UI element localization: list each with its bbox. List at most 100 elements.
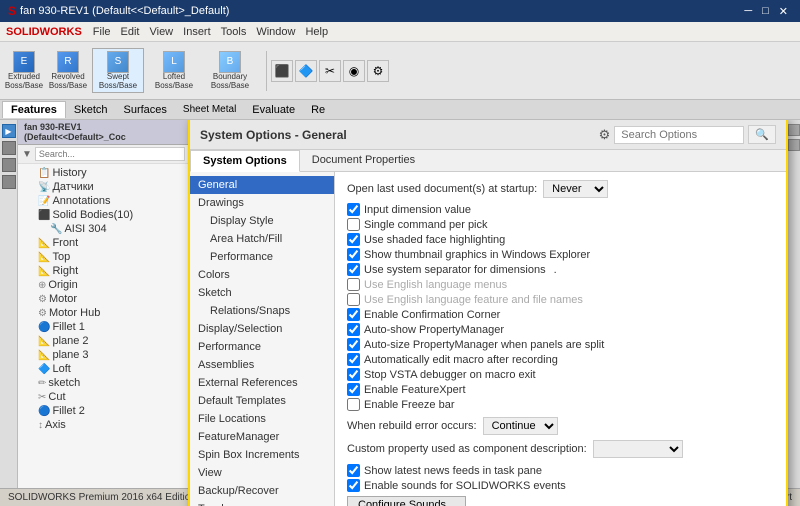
toolbar-btn-2[interactable]: 🔷 <box>295 60 317 82</box>
menu-tools[interactable]: Tools <box>216 24 252 40</box>
nav-item-performance[interactable]: Performance <box>190 338 334 356</box>
chk-featurexpert-input[interactable] <box>347 383 360 396</box>
tree-item-motor[interactable]: ⚙ Motor <box>18 292 189 306</box>
nav-item-spin-box[interactable]: Spin Box Increments <box>190 446 334 464</box>
chk-property-manager-input[interactable] <box>347 323 360 336</box>
toolbar-btn-1[interactable]: ⬛ <box>271 60 293 82</box>
nav-item-file-locations[interactable]: File Locations <box>190 410 334 428</box>
menu-insert[interactable]: Insert <box>178 24 216 40</box>
nav-item-sketch[interactable]: Sketch <box>190 284 334 302</box>
chk-auto-edit-macro-input[interactable] <box>347 353 360 366</box>
lofted-boss-btn[interactable]: L Lofted Boss/Base <box>148 48 200 94</box>
search-button[interactable]: 🔍 <box>748 125 776 144</box>
nav-item-touch[interactable]: Touch <box>190 500 334 506</box>
tree-item-sketch[interactable]: ✏ sketch <box>18 376 189 390</box>
chk-english-menus: Use English language menus <box>347 278 774 291</box>
revolved-boss-btn[interactable]: R Revolved Boss/Base <box>48 48 88 94</box>
tree-item-sensors[interactable]: 📡 Датчики <box>18 180 189 194</box>
tab-sheet-metal[interactable]: Sheet Metal <box>175 102 244 117</box>
tree-item-fillet1[interactable]: 🔵 Fillet 1 <box>18 320 189 334</box>
tree-item-loft[interactable]: 🔷 Loft <box>18 362 189 376</box>
nav-item-backup-recover[interactable]: Backup/Recover <box>190 482 334 500</box>
toolbar-btn-4[interactable]: ◉ <box>343 60 365 82</box>
rebuild-select[interactable]: Continue Stop Prompt <box>483 417 558 435</box>
minimize-icon[interactable]: ─ <box>740 5 756 18</box>
close-icon[interactable]: ✕ <box>775 5 792 18</box>
nav-item-area-hatch[interactable]: Area Hatch/Fill <box>190 230 334 248</box>
tree-item-annotations[interactable]: 📝 Annotations <box>18 194 189 208</box>
nav-item-relations-snaps[interactable]: Relations/Snaps <box>190 302 334 320</box>
menu-help[interactable]: Help <box>300 24 333 40</box>
tree-item-plane3[interactable]: 📐 plane 3 <box>18 348 189 362</box>
tree-item-aisi[interactable]: 🔧 AISI 304 <box>18 222 189 236</box>
sidebar-icon-2[interactable] <box>2 141 16 155</box>
tree-item-axis[interactable]: ↕ Axis <box>18 418 189 432</box>
nav-item-colors[interactable]: Colors <box>190 266 334 284</box>
tree-item-cut[interactable]: ✂ Cut <box>18 390 189 404</box>
tab-sketch[interactable]: Sketch <box>66 102 116 118</box>
chk-single-command-input[interactable] <box>347 218 360 231</box>
chk-news-feeds-input[interactable] <box>347 464 360 477</box>
nav-item-assemblies[interactable]: Assemblies <box>190 356 334 374</box>
tree-item-plane2[interactable]: 📐 plane 2 <box>18 334 189 348</box>
options-search-input[interactable] <box>614 126 744 144</box>
chk-english-menus-input[interactable] <box>347 278 360 291</box>
nav-item-drawings[interactable]: Drawings <box>190 194 334 212</box>
menu-edit[interactable]: Edit <box>116 24 145 40</box>
chk-stop-vsta-input[interactable] <box>347 368 360 381</box>
boundary-boss-btn[interactable]: B Boundary Boss/Base <box>204 48 256 94</box>
sidebar-icon-3[interactable] <box>2 158 16 172</box>
chk-freeze-bar-input[interactable] <box>347 398 360 411</box>
startup-select[interactable]: Never Always Ask <box>543 180 608 198</box>
nav-item-featuremanager[interactable]: FeatureManager <box>190 428 334 446</box>
menu-view[interactable]: View <box>144 24 178 40</box>
maximize-icon[interactable]: □ <box>758 5 773 18</box>
chk-single-command: Single command per pick <box>347 218 774 231</box>
nav-item-external-references[interactable]: External References <box>190 374 334 392</box>
gear-icon: ⚙ <box>599 127 611 143</box>
custom-prop-select[interactable] <box>593 440 683 458</box>
configure-sounds-btn[interactable]: Configure Sounds... <box>347 496 466 506</box>
chk-shaded-face-input[interactable] <box>347 233 360 246</box>
sidebar-icon-4[interactable] <box>2 175 16 189</box>
tab-evaluate[interactable]: Evaluate <box>244 102 303 118</box>
nav-item-view[interactable]: View <box>190 464 334 482</box>
nav-item-display-style[interactable]: Display Style <box>190 212 334 230</box>
extruded-boss-btn[interactable]: E Extruded Boss/Base <box>4 48 44 94</box>
tree-item-origin[interactable]: ⊕ Origin <box>18 278 189 292</box>
app-title: fan 930-REV1 (Default<<Default>_Default) <box>20 5 229 17</box>
chk-sounds-input[interactable] <box>347 479 360 492</box>
chk-input-dimension-input[interactable] <box>347 203 360 216</box>
right-icon-1[interactable] <box>788 124 800 136</box>
chk-system-separator-input[interactable] <box>347 263 360 276</box>
tree-item-solid-bodies[interactable]: ⬛ Solid Bodies(10) <box>18 208 189 222</box>
chk-confirmation-corner-input[interactable] <box>347 308 360 321</box>
tree-item-top[interactable]: 📐 Top <box>18 250 189 264</box>
nav-item-general[interactable]: General <box>190 176 334 194</box>
tree-item-history[interactable]: 📋 History <box>18 166 189 180</box>
menu-window[interactable]: Window <box>251 24 300 40</box>
sidebar-icon-1[interactable]: ▶ <box>2 124 16 138</box>
swept-boss-btn[interactable]: S Swept Boss/Base <box>92 48 144 94</box>
tree-search-input[interactable] <box>35 147 185 161</box>
menu-file[interactable]: File <box>88 24 116 40</box>
nav-item-default-templates[interactable]: Default Templates <box>190 392 334 410</box>
right-icon-2[interactable] <box>788 139 800 151</box>
toolbar-btn-3[interactable]: ✂ <box>319 60 341 82</box>
nav-item-performance-sub[interactable]: Performance <box>190 248 334 266</box>
chk-thumbnail-input[interactable] <box>347 248 360 261</box>
tree-item-fillet2[interactable]: 🔵 Fillet 2 <box>18 404 189 418</box>
toolbar-btn-5[interactable]: ⚙ <box>367 60 389 82</box>
tree-item-motor-hub[interactable]: ⚙ Motor Hub <box>18 306 189 320</box>
tab-system-options[interactable]: System Options <box>190 150 300 172</box>
tab-surfaces[interactable]: Surfaces <box>116 102 175 118</box>
tree-item-front[interactable]: 📐 Front <box>18 236 189 250</box>
tab-document-properties[interactable]: Document Properties <box>300 150 427 171</box>
nav-item-display-selection[interactable]: Display/Selection <box>190 320 334 338</box>
tab-features[interactable]: Features <box>2 101 66 118</box>
tab-re[interactable]: Re <box>303 102 333 118</box>
tree-item-right[interactable]: 📐 Right <box>18 264 189 278</box>
chk-english-feature-input[interactable] <box>347 293 360 306</box>
chk-auto-size-pm-input[interactable] <box>347 338 360 351</box>
dialog-nav-panel: General Drawings Display Style Area Hatc… <box>190 172 335 506</box>
